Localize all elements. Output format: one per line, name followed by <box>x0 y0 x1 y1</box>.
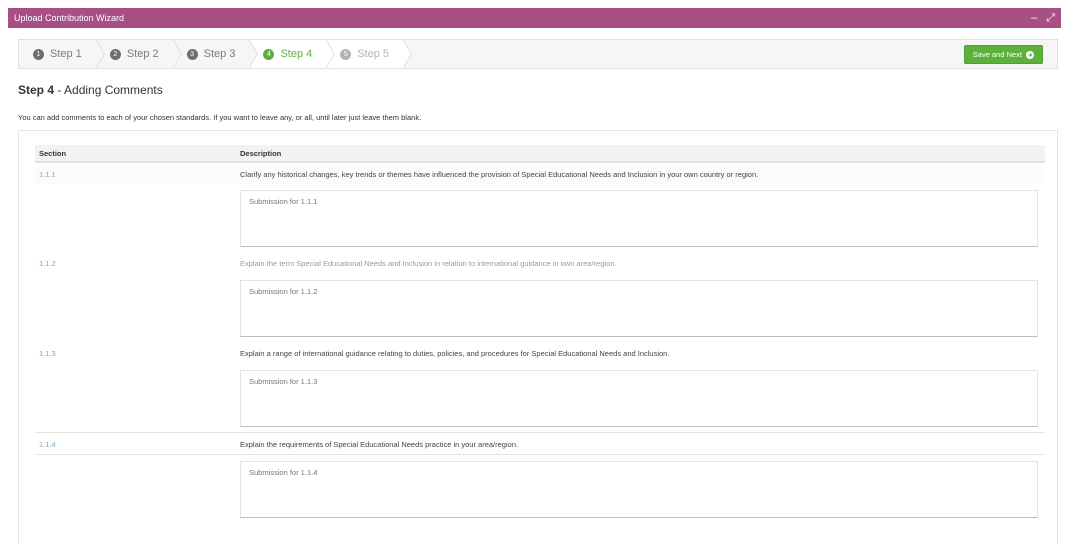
page-title: Step 4 - Adding Comments <box>18 83 163 97</box>
step-2-label: Step 2 <box>126 48 159 60</box>
standard-description: Explain a range of international guidanc… <box>240 349 670 358</box>
table-row <box>35 274 1045 342</box>
section-link[interactable]: 1.1.3 <box>39 349 56 358</box>
step-2-number-icon: 2 <box>109 48 121 60</box>
table-row <box>35 454 1045 522</box>
step-4-number-icon: 4 <box>263 48 275 60</box>
page-title-text: - Adding Comments <box>54 83 163 97</box>
step-2-tab[interactable]: 2 Step 2 <box>95 39 182 69</box>
step-5-number-icon: 5 <box>340 48 352 60</box>
standard-description: Clarify any historical changes, key tren… <box>240 170 759 179</box>
step-3-tab[interactable]: 3 Step 3 <box>172 39 259 69</box>
intro-text: You can add comments to each of your cho… <box>18 113 422 122</box>
step-1-label: Step 1 <box>50 48 82 60</box>
standard-description: Explain the term Special Educational Nee… <box>240 259 617 268</box>
step-5-label: Step 5 <box>357 48 390 60</box>
step-4-label: Step 4 <box>280 48 313 60</box>
page-title-step: Step 4 <box>18 83 55 97</box>
standard-description: Explain the requirements of Special Educ… <box>240 440 519 449</box>
step-1-tab[interactable]: 1 Step 1 <box>19 39 105 69</box>
save-and-next-button[interactable]: Save and Next <box>963 45 1043 64</box>
step-progress-bar: 1 Step 1 2 Step 2 3 Step 3 4 Step 4 5 St… <box>18 39 1058 69</box>
comments-panel: Section Description 1.1.1 Clarify any hi… <box>18 130 1058 544</box>
section-link[interactable]: 1.1.2 <box>39 259 56 268</box>
expand-icon[interactable]: ⤢ <box>1046 12 1055 24</box>
section-link[interactable]: 1.1.1 <box>39 170 56 179</box>
window-controls: – ⤢ <box>1031 12 1055 24</box>
submission-textarea[interactable] <box>240 370 1038 427</box>
save-and-next-label: Save and Next <box>972 50 1022 59</box>
minimize-icon[interactable]: – <box>1031 12 1037 24</box>
table-row: 1.1.3 Explain a range of international g… <box>35 342 1045 364</box>
step-3-number-icon: 3 <box>186 48 198 60</box>
table-row: 1.1.4 Explain the requirements of Specia… <box>35 432 1045 454</box>
submission-textarea[interactable] <box>240 190 1038 247</box>
section-column-header: Section <box>39 149 67 158</box>
table-row <box>35 184 1045 252</box>
arrow-right-circle-icon <box>1026 50 1034 59</box>
table-row: 1.1.1 Clarify any historical changes, ke… <box>35 162 1045 184</box>
wizard-title: Upload Contribution Wizard <box>14 13 125 23</box>
wizard-titlebar: Upload Contribution Wizard – ⤢ <box>8 8 1061 28</box>
step-3-label: Step 3 <box>203 48 236 60</box>
step-4-tab[interactable]: 4 Step 4 <box>249 39 336 69</box>
table-row: 1.1.2 Explain the term Special Education… <box>35 252 1045 274</box>
table-row <box>35 364 1045 432</box>
step-5-tab: 5 Step 5 <box>326 39 412 69</box>
submission-textarea[interactable] <box>240 280 1038 337</box>
step-1-number-icon: 1 <box>33 48 44 60</box>
table-header: Section Description <box>35 145 1045 162</box>
description-column-header: Description <box>240 149 282 158</box>
section-link[interactable]: 1.1.4 <box>39 440 56 449</box>
steps-list: 1 Step 1 2 Step 2 3 Step 3 4 Step 4 5 St… <box>19 39 412 69</box>
submission-textarea[interactable] <box>240 461 1038 518</box>
